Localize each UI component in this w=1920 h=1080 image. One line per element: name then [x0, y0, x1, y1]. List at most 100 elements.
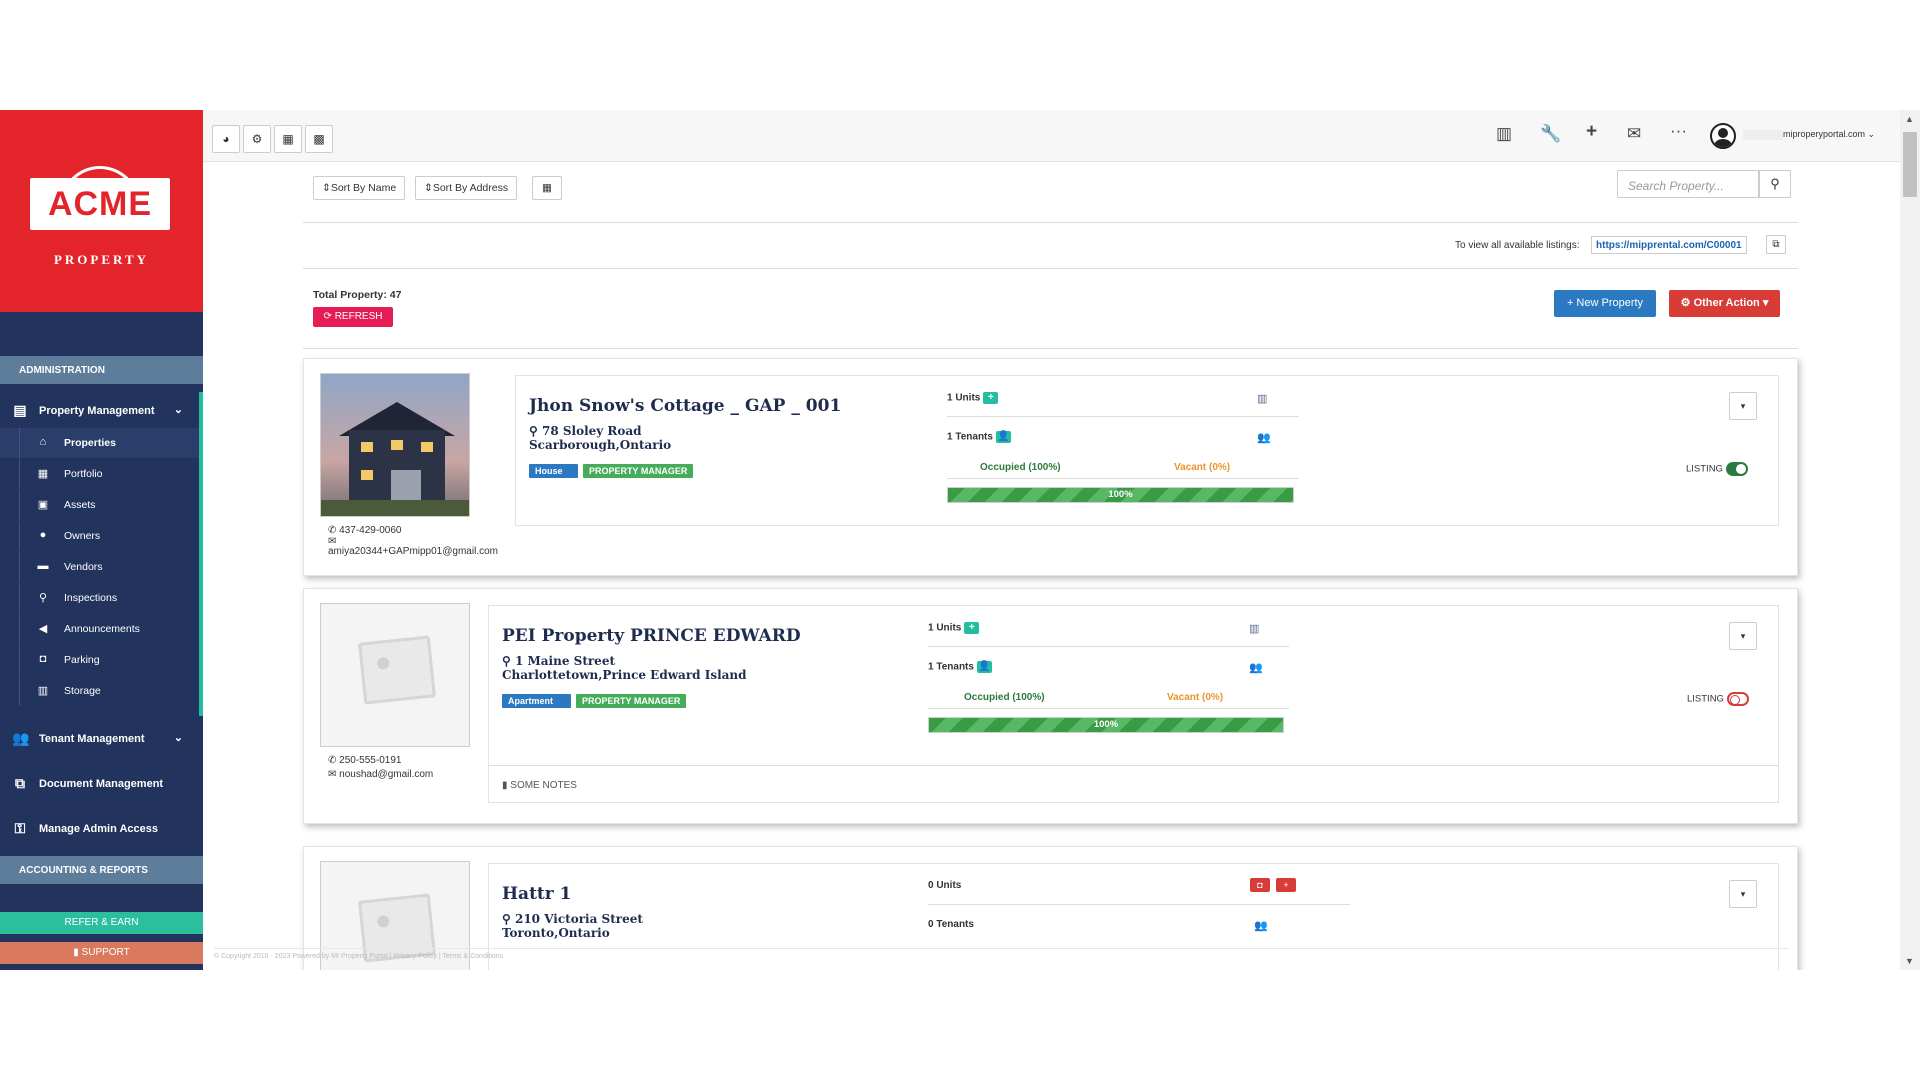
listing-toggle[interactable]: LISTING [1687, 692, 1749, 706]
logo-subtitle: PROPERTY [53, 252, 150, 267]
support-label: SUPPORT [81, 947, 130, 958]
card-menu-dropdown[interactable]: ▾ [1729, 880, 1757, 908]
add-unit-button[interactable]: + [1276, 878, 1296, 892]
logo[interactable]: ACME PROPERTY [0, 110, 203, 312]
box-icon: ▥ [37, 685, 49, 697]
logo-text: ACME [47, 185, 153, 223]
scrollbar-thumb[interactable] [1903, 132, 1917, 197]
property-name[interactable]: PEI Property PRINCE EDWARD [502, 626, 801, 646]
card-menu-dropdown[interactable]: ▾ [1729, 622, 1757, 650]
sidebar-item-announcements[interactable]: ◀ Announcements [0, 614, 199, 644]
sidebar-item-parking[interactable]: ◘ Parking [0, 645, 199, 675]
tree-line [19, 583, 20, 613]
avatar[interactable] [1710, 123, 1736, 149]
address-street: 210 Victoria Street [514, 912, 643, 926]
sidebar-item-owners[interactable]: ● Owners [0, 521, 199, 551]
table-view-button[interactable]: ▦ [532, 176, 562, 200]
user-icon: ● [39, 529, 47, 541]
wrench-icon[interactable]: 🔧 [1540, 124, 1561, 144]
refresh-label: REFRESH [334, 311, 383, 322]
bar-chart-icon[interactable]: ▥ [1496, 124, 1512, 144]
truck-icon: ▬ [37, 560, 49, 572]
sidebar-item-assets[interactable]: ▣ Assets [0, 490, 199, 520]
sidebar: ACME PROPERTY ADMINISTRATION ▤ Property … [0, 110, 203, 970]
tenants-count: 1 Tenants [947, 431, 993, 443]
user-menu[interactable]: miproperyportal.com ⌄ [1743, 129, 1875, 140]
main-content: ⇕Sort By Name ⇕Sort By Address ▦ Search … [203, 162, 1900, 970]
sidebar-item-inspections[interactable]: ⚲ Inspections [0, 583, 199, 613]
dashboard-button[interactable]: ◕ [212, 125, 240, 153]
app-window: ACME PROPERTY ADMINISTRATION ▤ Property … [0, 110, 1920, 970]
property-notes: ▮ SOME NOTES [502, 780, 577, 791]
property-name[interactable]: Jhon Snow's Cottage _ GAP _ 001 [529, 396, 841, 416]
sidebar-item-storage[interactable]: ▥ Storage [0, 676, 199, 706]
envelope-icon[interactable]: ✉ [1627, 124, 1641, 144]
sidebar-item-label: Vendors [64, 561, 103, 573]
property-photo[interactable] [320, 373, 470, 517]
refer-earn-button[interactable]: REFER & EARN [0, 912, 203, 934]
section-accounting-reports[interactable]: ACCOUNTING & REPORTS [0, 856, 203, 884]
toggle-switch[interactable] [1725, 462, 1748, 476]
property-name[interactable]: Hattr 1 [502, 884, 572, 904]
new-property-button[interactable]: + New Property [1554, 290, 1656, 317]
add-tenant-button[interactable]: 👤 [995, 431, 1011, 443]
type-badge: Apartment [502, 694, 571, 708]
building-icon: ▦ [37, 468, 49, 480]
tree-line [19, 459, 20, 489]
add-unit-button[interactable]: + [964, 622, 980, 634]
photo-garage [391, 470, 421, 500]
settings-button[interactable]: ⚙ [243, 125, 271, 153]
sidebar-item-properties[interactable]: ⌂ Properties [0, 428, 199, 458]
photo-window [361, 470, 373, 480]
gear-icon: ⚙ [1680, 297, 1694, 309]
tree-line [19, 676, 20, 706]
copy-icon: ⧉ [1772, 239, 1780, 250]
scrollbar[interactable]: ▲ ▼ [1900, 110, 1920, 970]
sidebar-item-document-management[interactable]: ⧉ Document Management [0, 765, 203, 803]
refresh-icon: ⟳ [323, 311, 335, 322]
sort-icon: ⇕ [424, 182, 433, 194]
card-menu-dropdown[interactable]: ▾ [1729, 392, 1757, 420]
car-icon[interactable]: ◘ [1250, 878, 1270, 892]
refresh-button[interactable]: ⟳ REFRESH [313, 307, 393, 327]
property-card: ✆ 437-429-0060 ✉ amiya20344+GAPmipp01@gm… [303, 358, 1798, 576]
sidebar-item-label: Assets [64, 499, 96, 511]
property-photo-placeholder[interactable] [320, 603, 470, 747]
calculator-button[interactable]: ▩ [305, 125, 333, 153]
listing-toggle[interactable]: LISTING [1686, 462, 1748, 476]
units-stat: 1 Units + [947, 392, 999, 404]
sidebar-item-tenant-management[interactable]: 👥 Tenant Management ⌄ [0, 720, 203, 758]
search-button[interactable]: ⚲ [1759, 170, 1791, 198]
listing-url-link[interactable]: https://mipprental.com/C00001 [1591, 236, 1747, 254]
address-city: Toronto,Ontario [502, 926, 610, 940]
scroll-down-icon[interactable]: ▼ [1905, 956, 1914, 966]
add-unit-button[interactable]: + [983, 392, 999, 404]
plus-icon[interactable]: + [1586, 121, 1597, 143]
sort-by-address-button[interactable]: ⇕Sort By Address [415, 176, 518, 200]
vacant-label: Vacant (0%) [1167, 692, 1224, 703]
search-input[interactable]: Search Property... [1617, 170, 1759, 198]
calendar-icon: ▦ [282, 132, 294, 146]
scroll-up-icon[interactable]: ▲ [1905, 114, 1914, 124]
users-icon: 👥 [1254, 920, 1268, 932]
other-action-button[interactable]: ⚙ Other Action ▾ [1669, 290, 1780, 317]
sidebar-item-property-management[interactable]: ▤ Property Management ⌄ [0, 392, 203, 430]
copy-button[interactable]: ⧉ [1766, 235, 1786, 254]
sidebar-item-manage-admin-access[interactable]: ⚿ Manage Admin Access [0, 810, 203, 848]
sidebar-item-portfolio[interactable]: ▦ Portfolio [0, 459, 199, 489]
more-icon[interactable]: ··· [1670, 121, 1687, 141]
sidebar-item-label: Owners [64, 530, 101, 542]
support-button[interactable]: ▮ SUPPORT [0, 942, 203, 964]
progress-label: 100% [1108, 489, 1133, 500]
sidebar-item-vendors[interactable]: ▬ Vendors [0, 552, 199, 582]
redacted-username [1743, 129, 1783, 140]
vacant-label: Vacant (0%) [1174, 462, 1231, 473]
calendar-button[interactable]: ▦ [274, 125, 302, 153]
document-icon: ⧉ [15, 775, 25, 791]
sort-by-name-button[interactable]: ⇕Sort By Name [313, 176, 406, 200]
building-icon: ▥ [1249, 623, 1260, 635]
toggle-switch[interactable] [1726, 692, 1749, 706]
tree-line [19, 428, 20, 458]
add-tenant-button[interactable]: 👤 [976, 661, 992, 673]
occupied-label: Occupied (100%) [964, 692, 1045, 703]
